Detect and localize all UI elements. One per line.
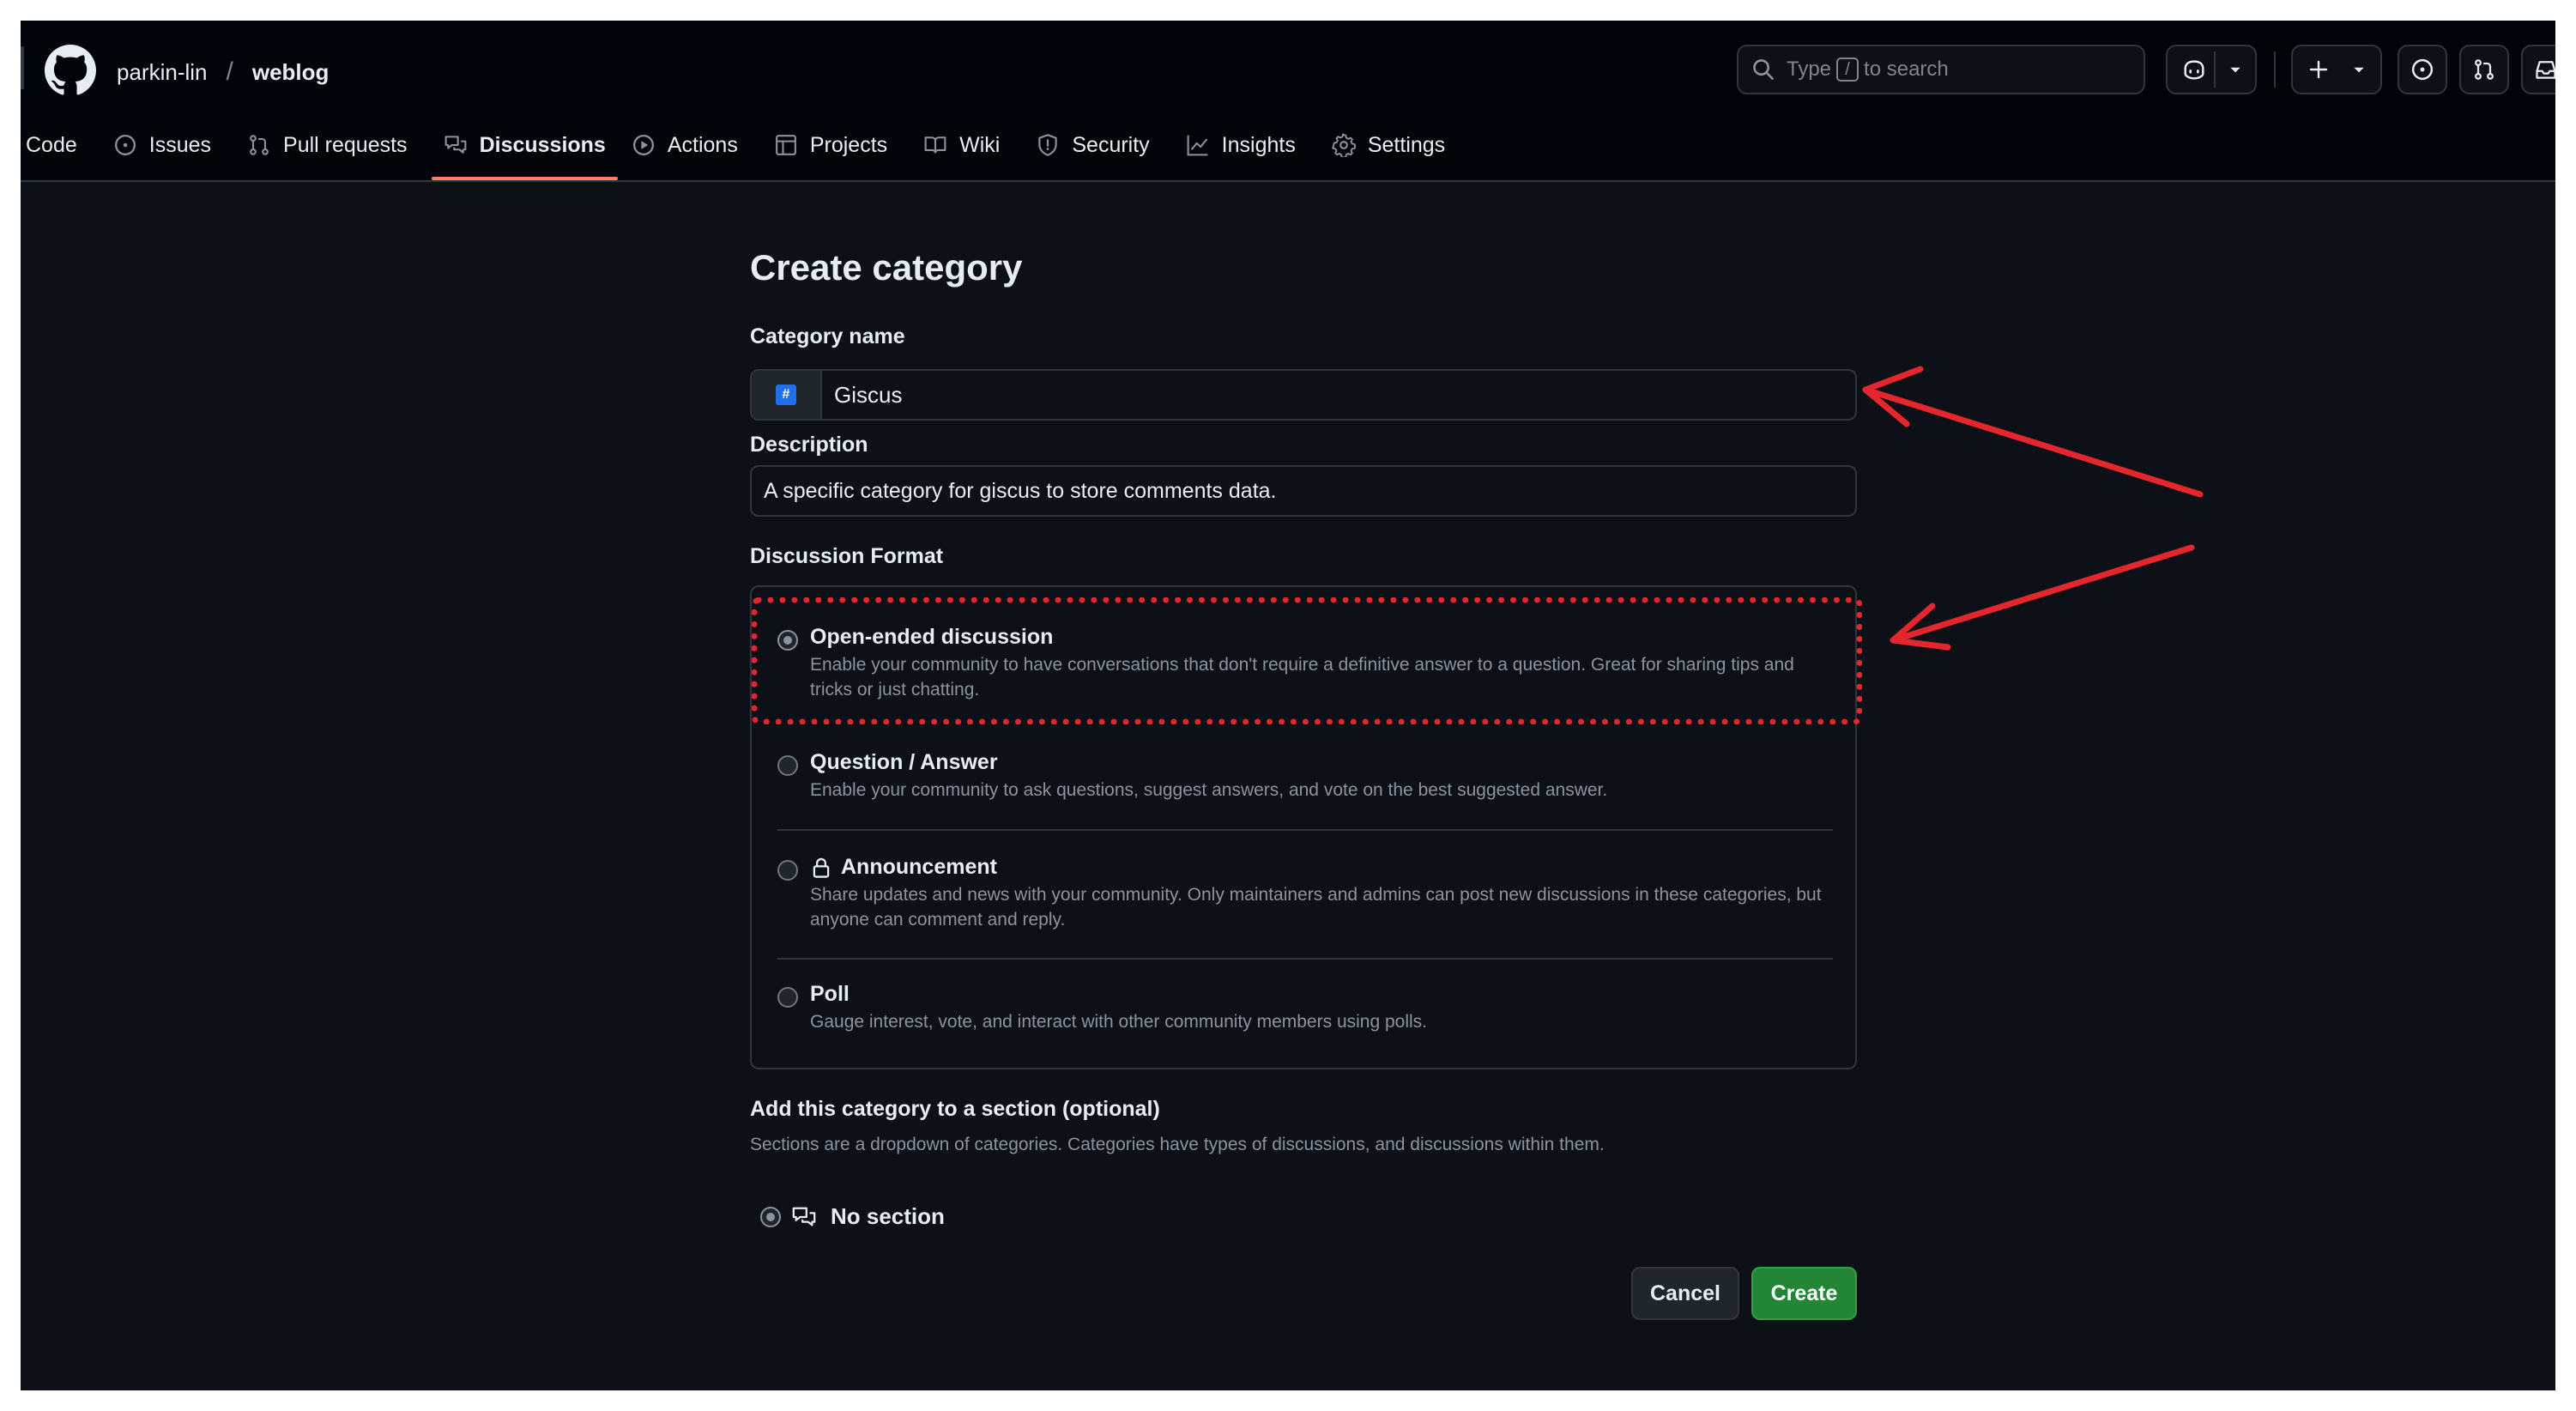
tab-label: Actions — [667, 132, 738, 157]
section-label: Add this category to a section (optional… — [750, 1097, 1160, 1121]
issue-opened-icon — [2411, 58, 2434, 81]
format-title-row: Announcement — [810, 855, 997, 880]
tab-label: Pull requests — [283, 132, 408, 157]
format-radio-poll[interactable] — [777, 987, 798, 1008]
tab-label: Code — [26, 132, 77, 157]
hash-emoji-icon: # — [776, 385, 796, 405]
description-label: Description — [750, 433, 868, 457]
section-option-label: No section — [831, 1203, 945, 1229]
tab-code[interactable]: Code — [21, 122, 89, 168]
format-title: Question / Answer — [810, 750, 998, 774]
section-description: Sections are a dropdown of categories. C… — [750, 1135, 1605, 1154]
chevron-down-icon — [2230, 67, 2240, 73]
arrow-to-category-name — [1862, 366, 2204, 498]
issues-button[interactable] — [2398, 45, 2447, 94]
format-title: Poll — [810, 982, 850, 1006]
discussion-format-label: Discussion Format — [750, 544, 944, 568]
plus-icon — [2309, 60, 2328, 79]
cancel-button[interactable]: Cancel — [1631, 1267, 1739, 1320]
tab-issues[interactable]: Issues — [101, 122, 223, 168]
search-placeholder-suffix: to search — [1864, 58, 1949, 81]
tab-label: Projects — [809, 132, 888, 157]
format-title: Announcement — [841, 855, 997, 879]
format-description: Gauge interest, vote, and interact with … — [810, 1012, 1428, 1032]
tab-discussions[interactable]: Discussions — [431, 122, 619, 180]
breadcrumb-separator: / — [226, 58, 233, 86]
search-shortcut-key: / — [1836, 58, 1859, 82]
inbox-button[interactable] — [2521, 45, 2555, 94]
tab-wiki[interactable]: Wiki — [911, 122, 1012, 168]
page-title: Create category — [750, 247, 1023, 288]
repo-nav: Code Issues Pull requests Discussions Ac… — [21, 122, 1457, 182]
copilot-icon — [2184, 60, 2204, 80]
tab-insights[interactable]: Insights — [1174, 122, 1308, 168]
repo-owner-link[interactable]: parkin-lin — [117, 59, 208, 86]
repo-name-link[interactable]: weblog — [252, 59, 330, 86]
gear-icon — [1332, 133, 1356, 157]
format-radio-question-answer[interactable] — [777, 755, 798, 776]
category-name-field: # — [750, 369, 1857, 421]
header-divider — [2274, 51, 2276, 88]
description-input[interactable] — [750, 465, 1857, 517]
breadcrumb: parkin-lin / weblog — [117, 55, 329, 89]
section-radio-none[interactable] — [760, 1206, 781, 1227]
lock-icon — [813, 857, 830, 878]
format-divider — [777, 829, 1833, 831]
search-icon — [1753, 59, 1774, 80]
create-new-button[interactable] — [2291, 45, 2382, 94]
repo-header: parkin-lin / weblog Type / to search Cod… — [21, 21, 2555, 182]
format-description: Share updates and news with your communi… — [810, 885, 1822, 930]
issue-opened-icon — [114, 135, 136, 155]
format-divider — [777, 958, 1833, 960]
tab-label: Wiki — [959, 132, 1001, 157]
comment-discussion-icon — [792, 1207, 816, 1226]
inbox-icon — [2536, 61, 2555, 79]
arrow-to-open-ended-option — [1890, 544, 2195, 651]
table-icon — [775, 135, 796, 155]
play-icon — [632, 135, 654, 155]
annotation-highlight-box — [752, 597, 1862, 724]
tab-label: Issues — [148, 132, 212, 157]
chevron-down-icon — [2354, 67, 2364, 73]
tab-projects[interactable]: Projects — [762, 122, 899, 168]
git-pull-request-icon — [250, 135, 269, 155]
search-input[interactable]: Type / to search — [1737, 45, 2145, 94]
tab-label: Insights — [1221, 132, 1296, 157]
pull-requests-button[interactable] — [2459, 45, 2509, 94]
create-button[interactable]: Create — [1751, 1267, 1857, 1320]
github-logo-icon[interactable] — [45, 45, 96, 96]
git-pull-request-icon — [2475, 59, 2494, 80]
category-name-input[interactable] — [822, 371, 1855, 419]
shield-icon — [1038, 134, 1058, 156]
tab-settings[interactable]: Settings — [1320, 122, 1457, 168]
search-placeholder-prefix: Type — [1787, 58, 1832, 81]
format-radio-announcement[interactable] — [777, 860, 798, 881]
tab-pull-requests[interactable]: Pull requests — [235, 122, 420, 168]
app-window: parkin-lin / weblog Type / to search Cod… — [21, 21, 2555, 1390]
tab-security[interactable]: Security — [1024, 122, 1161, 168]
comment-discussion-icon — [444, 136, 466, 154]
category-name-label: Category name — [750, 324, 905, 348]
graph-icon — [1187, 135, 1208, 156]
tab-actions[interactable]: Actions — [620, 122, 750, 168]
tab-label: Security — [1072, 132, 1150, 157]
sidebar-edge — [21, 46, 24, 89]
copilot-button[interactable] — [2166, 45, 2257, 94]
section-option-none[interactable]: No section — [760, 1203, 945, 1230]
tab-label: Discussions — [479, 132, 606, 157]
format-description: Enable your community to ask questions, … — [810, 780, 1608, 800]
tab-label: Settings — [1367, 132, 1446, 157]
book-icon — [924, 136, 946, 154]
emoji-picker-button[interactable]: # — [752, 371, 822, 419]
